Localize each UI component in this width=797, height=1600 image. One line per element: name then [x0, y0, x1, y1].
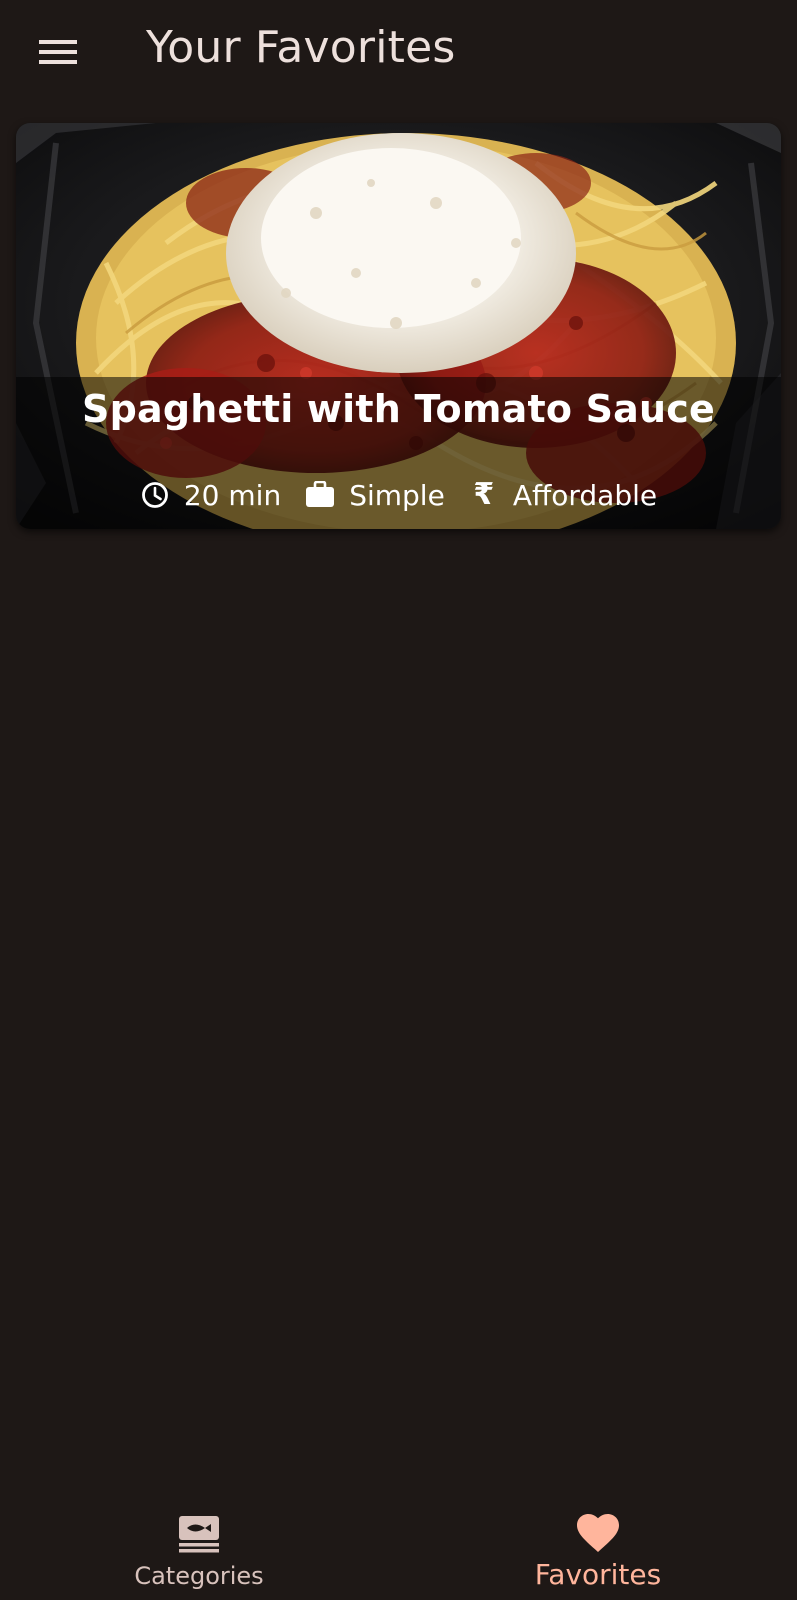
- set-meal-icon: [175, 1512, 223, 1556]
- nav-label-categories: Categories: [134, 1562, 264, 1590]
- meal-title: Spaghetti with Tomato Sauce: [82, 387, 715, 431]
- heart-icon: [574, 1512, 622, 1556]
- meal-duration: 20 min: [140, 479, 281, 512]
- meal-meta-row: 20 min Simple ₹ Affordable: [16, 475, 781, 515]
- app-screen: Your Favorites Spaghetti with Tomato Sau…: [0, 0, 797, 1600]
- meal-affordability: ₹ Affordable: [469, 479, 657, 512]
- nav-item-categories[interactable]: Categories: [0, 1494, 398, 1600]
- clock-icon: [140, 480, 170, 510]
- menu-button[interactable]: [30, 28, 86, 76]
- meal-complexity-text: Simple: [349, 478, 445, 512]
- meal-card[interactable]: Spaghetti with Tomato Sauce 20 min Simpl…: [16, 123, 781, 529]
- hamburger-menu-icon: [39, 40, 77, 64]
- rupee-icon: ₹: [473, 477, 495, 512]
- briefcase-icon: [305, 480, 335, 510]
- bottom-navigation-bar: Categories Favorites: [0, 1494, 797, 1600]
- app-bar: Your Favorites: [0, 0, 797, 104]
- meal-affordability-text: Affordable: [512, 478, 658, 512]
- page-title: Your Favorites: [146, 22, 456, 73]
- meal-duration-text: 20 min: [183, 478, 282, 512]
- meal-complexity: Simple: [305, 479, 445, 512]
- nav-label-favorites: Favorites: [534, 1558, 662, 1591]
- nav-item-favorites[interactable]: Favorites: [399, 1494, 797, 1600]
